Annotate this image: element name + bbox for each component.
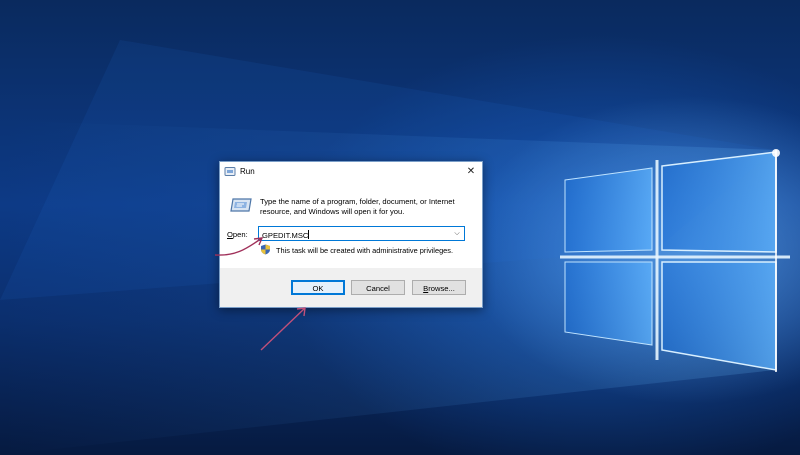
run-description: Type the name of a program, folder, docu…: [260, 197, 455, 216]
close-button[interactable]: ✕: [460, 162, 482, 182]
admin-privileges-note: This task will be created with administr…: [276, 246, 454, 255]
open-input-value[interactable]: GPEDIT.MSC: [262, 230, 310, 240]
close-icon: ✕: [466, 166, 476, 177]
open-label-text: pen:: [232, 230, 248, 239]
run-icon: [224, 167, 236, 176]
browse-label: rowse...: [428, 284, 455, 293]
open-label: Open:: [227, 230, 248, 239]
title-bar[interactable]: Run ✕: [220, 162, 482, 182]
dialog-title: Run: [240, 167, 255, 176]
run-dialog: Run ✕ Type the name of a program, folder…: [219, 161, 483, 308]
run-program-icon: [230, 198, 252, 212]
browse-button[interactable]: Browse...: [412, 280, 466, 295]
text-caret: [308, 230, 310, 239]
ok-button[interactable]: OK: [291, 280, 345, 295]
chevron-down-icon: ⌵: [454, 230, 460, 237]
button-bar: OK Cancel Browse...: [220, 268, 482, 307]
open-input-text: GPEDIT.MSC: [262, 231, 309, 240]
dropdown-button[interactable]: ⌵: [450, 227, 464, 240]
open-combobox[interactable]: GPEDIT.MSC ⌵: [258, 226, 465, 241]
uac-shield-icon: [261, 244, 270, 255]
cancel-button[interactable]: Cancel: [351, 280, 405, 295]
